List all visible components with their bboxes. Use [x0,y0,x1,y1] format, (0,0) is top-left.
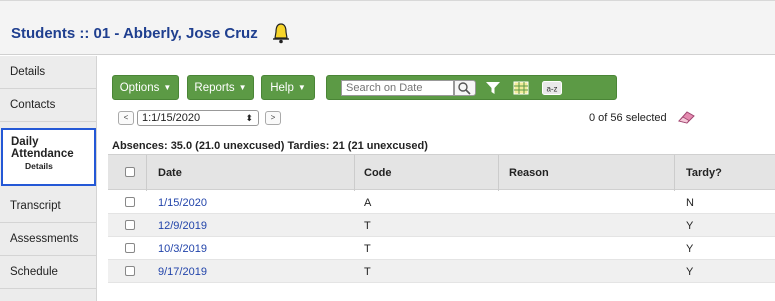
page-title: Students :: 01 - Abberly, Jose Cruz [11,25,258,42]
sidebar-item-assessments[interactable]: Assessments [0,223,97,256]
column-header-date[interactable]: Date [158,167,182,179]
column-divider [354,155,355,191]
table-row[interactable]: 9/17/2019 T Y [108,260,775,283]
sidebar: Details Contacts Daily Attendance Detail… [0,56,97,301]
select-all-checkbox[interactable] [125,167,135,177]
table-header: Date Code Reason Tardy? [108,154,775,191]
date-link[interactable]: 10/3/2019 [158,243,207,255]
search-toolbar: a-z [326,75,617,100]
row-checkbox[interactable] [125,243,135,253]
row-checkbox[interactable] [125,197,135,207]
grid-icon[interactable] [513,81,529,95]
search-button[interactable] [454,80,476,96]
attendance-summary: Absences: 35.0 (21.0 unexcused) Tardies:… [112,140,428,152]
eraser-icon[interactable] [676,110,696,124]
search-input[interactable] [341,80,454,96]
record-select[interactable]: 1:1/15/2020 ⬍ [137,110,259,126]
sidebar-item-label: Details [10,66,46,78]
sidebar-item-label: Transcript [10,200,61,212]
sort-az-label: a-z [546,85,557,94]
help-menu-button[interactable]: Help ▼ [261,75,315,100]
sort-az-icon[interactable]: a-z [542,81,562,95]
prev-record-button[interactable]: < [118,111,134,125]
options-menu-button[interactable]: Options ▼ [112,75,179,100]
sidebar-item-details[interactable]: Details [0,56,97,89]
search-icon [458,82,471,95]
sidebar-item-transcript[interactable]: Transcript [0,190,97,223]
column-header-tardy[interactable]: Tardy? [686,167,722,179]
code-cell: T [364,220,371,232]
row-checkbox[interactable] [125,220,135,230]
chevron-down-icon: ▼ [163,83,172,92]
sidebar-item-schedule[interactable]: Schedule [0,256,97,289]
sidebar-item-label: Schedule [10,266,58,278]
column-divider [498,155,499,191]
sidebar-item-contacts[interactable]: Contacts [0,89,97,122]
bell-icon[interactable] [271,22,291,44]
column-header-code[interactable]: Code [364,167,392,179]
sidebar-item-daily-attendance[interactable]: Daily Attendance Details [1,128,96,186]
sidebar-item-label: Contacts [10,99,56,111]
reports-menu-button[interactable]: Reports ▼ [187,75,254,100]
tardy-cell: N [686,197,694,209]
tardy-cell: Y [686,243,694,255]
page-header: Students :: 01 - Abberly, Jose Cruz [0,0,775,55]
tardy-cell: Y [686,220,694,232]
select-arrows-icon: ⬍ [245,113,253,123]
help-label: Help [270,81,294,94]
chevron-down-icon: ▼ [238,83,247,92]
column-divider [146,155,147,191]
date-link[interactable]: 12/9/2019 [158,220,207,232]
table-row[interactable]: 1/15/2020 A N [108,191,775,214]
next-record-button[interactable]: > [265,111,281,125]
code-cell: T [364,266,371,278]
sidebar-item-label: Daily Attendance [11,136,74,160]
sidebar-subitem-details[interactable]: Details [11,161,94,171]
sidebar-item-label: Assessments [10,233,79,245]
date-link[interactable]: 9/17/2019 [158,266,207,278]
record-select-value: 1:1/15/2020 [142,112,201,124]
column-header-reason[interactable]: Reason [509,167,549,179]
row-checkbox[interactable] [125,266,135,276]
tardy-cell: Y [686,266,694,278]
code-cell: A [364,197,372,209]
options-label: Options [119,81,160,94]
date-link[interactable]: 1/15/2020 [158,197,207,209]
table-row[interactable]: 10/3/2019 T Y [108,237,775,260]
reports-label: Reports [194,81,235,94]
code-cell: T [364,243,371,255]
column-divider [674,155,675,191]
table-row[interactable]: 12/9/2019 T Y [108,214,775,237]
chevron-down-icon: ▼ [297,83,306,92]
filter-icon[interactable] [485,81,501,95]
selection-count: 0 of 56 selected [589,112,667,124]
